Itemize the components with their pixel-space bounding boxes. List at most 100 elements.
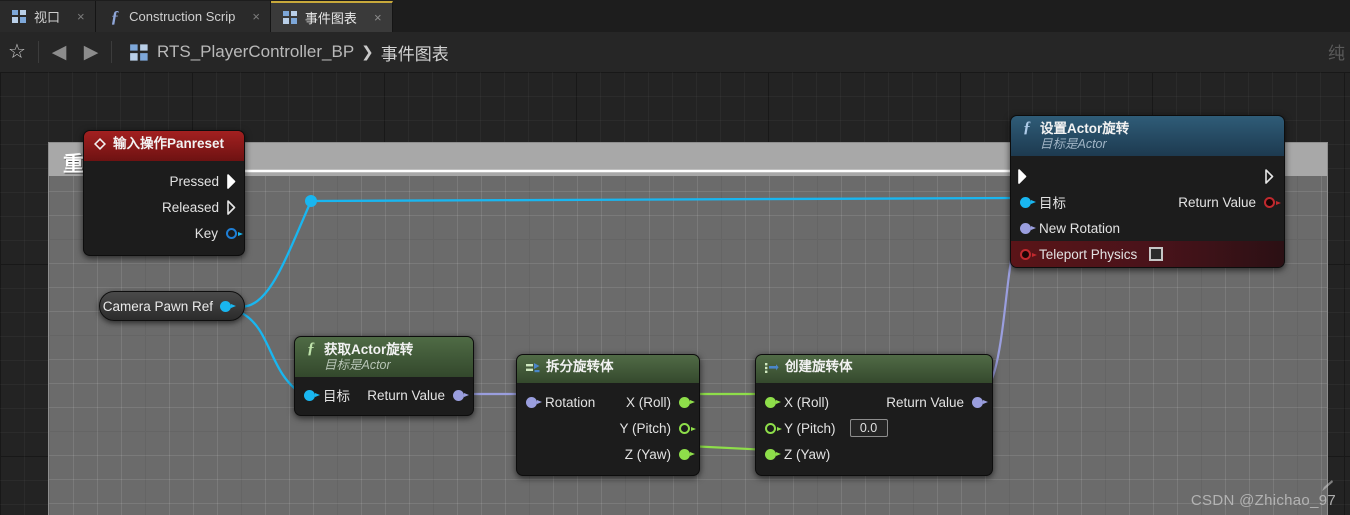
- tab-viewport[interactable]: 视口 ×: [0, 1, 96, 32]
- float-in-pin-yaw[interactable]: [765, 448, 781, 460]
- float-out-pin-pitch[interactable]: [679, 422, 696, 434]
- pin-label: Released: [161, 199, 219, 215]
- node-break-rotator[interactable]: 拆分旋转体 Rotation X (Roll) Y (Pitch) Z (Yaw…: [516, 354, 700, 476]
- variable-label: Camera Pawn Ref: [102, 298, 213, 314]
- node-make-rotator[interactable]: 创建旋转体 X (Roll) Return Value Y (Pitch) 0.…: [755, 354, 993, 476]
- rotator-in-pin[interactable]: [1020, 222, 1036, 234]
- function-icon: ƒ: [1023, 119, 1031, 136]
- breadcrumb-root[interactable]: RTS_PlayerController_BP: [157, 42, 354, 62]
- bool-out-pin[interactable]: [1264, 196, 1281, 208]
- node-subtitle: 目标是Actor: [324, 358, 391, 373]
- pin-label: Return Value: [886, 394, 964, 410]
- pin-row-yaw[interactable]: Z (Yaw): [517, 441, 699, 467]
- rotator-out-pin[interactable]: [453, 389, 469, 401]
- pin-row-key[interactable]: Key: [84, 220, 244, 246]
- function-icon: ƒ: [307, 340, 315, 357]
- exec-in-pin[interactable]: [1018, 168, 1030, 184]
- float-in-pin-roll[interactable]: [765, 396, 781, 408]
- pin-label: Return Value: [1178, 194, 1256, 210]
- pin-row-pitch[interactable]: Y (Pitch): [517, 415, 699, 441]
- exec-out-pin[interactable]: [227, 173, 239, 189]
- float-out-pin-yaw[interactable]: [679, 448, 695, 460]
- float-in-pin-pitch[interactable]: [765, 422, 782, 434]
- struct-out-pin[interactable]: [226, 227, 243, 239]
- pin-label: 目标: [1039, 196, 1066, 212]
- pitch-value-input[interactable]: 0.0: [849, 419, 888, 437]
- breadcrumb-current: 事件图表: [380, 44, 449, 64]
- pin-label: Return Value: [367, 387, 445, 403]
- teleport-physics-checkbox[interactable]: [1149, 247, 1164, 262]
- pin-label: Rotation: [545, 394, 596, 410]
- rotator-out-pin[interactable]: [972, 396, 988, 408]
- node-body: X (Roll) Return Value Y (Pitch) 0.0 Z (Y…: [756, 383, 992, 475]
- object-in-pin[interactable]: [1020, 196, 1036, 208]
- node-input-action-panreset[interactable]: 输入操作Panreset Pressed Released Key: [83, 130, 245, 256]
- make-struct-icon: [765, 361, 779, 379]
- output-pin-group[interactable]: X (Roll): [625, 394, 695, 410]
- pin-label: Key: [194, 225, 218, 241]
- output-pin-group[interactable]: Return Value: [886, 394, 988, 410]
- favorite-star-icon[interactable]: ☆: [0, 42, 34, 62]
- node-subtitle: 目标是Actor: [1040, 137, 1107, 152]
- watermark-text: CSDN @Zhichao_97: [1190, 492, 1336, 509]
- editor-tab-bar: 视口 × ƒ Construction Scrip × 事件图表 ×: [0, 0, 1350, 33]
- pin-label: Z (Yaw): [624, 446, 671, 462]
- pin-row-target[interactable]: 目标 Return Value: [1011, 189, 1284, 215]
- pin-row-yaw[interactable]: Z (Yaw): [756, 441, 992, 467]
- forward-arrow-icon[interactable]: ▶: [75, 43, 107, 62]
- node-title: 创建旋转体: [785, 359, 853, 374]
- pin-row-roll[interactable]: X (Roll) Return Value: [756, 389, 992, 415]
- bool-in-pin[interactable]: [1020, 248, 1037, 260]
- graph-toolbar: ☆ ◀ ▶ RTS_PlayerController_BP ❯ 事件图表 纯: [0, 32, 1350, 73]
- pin-row-target[interactable]: 目标 Return Value: [295, 382, 473, 408]
- pin-label: Y (Pitch): [619, 420, 671, 436]
- tab-event-graph[interactable]: 事件图表 ×: [270, 1, 393, 32]
- back-arrow-icon[interactable]: ◀: [43, 43, 75, 62]
- node-body: Rotation X (Roll) Y (Pitch) Z (Yaw): [517, 383, 699, 475]
- exec-out-pin[interactable]: [1265, 168, 1277, 184]
- event-graph-canvas[interactable]: 重置Camera旋转 输入操作Panreset: [0, 72, 1350, 515]
- node-title-group: 设置Actor旋转 目标是Actor: [1040, 121, 1129, 151]
- node-camera-pawn-ref[interactable]: Camera Pawn Ref: [99, 291, 245, 321]
- node-title-group: 输入操作Panreset: [113, 136, 224, 151]
- pin-row-exec[interactable]: [1011, 163, 1284, 189]
- output-pin-group[interactable]: Return Value: [367, 387, 469, 403]
- pin-row-pressed[interactable]: Pressed: [84, 168, 244, 194]
- object-out-pin[interactable]: [220, 300, 236, 312]
- toolbar-divider: [38, 41, 39, 63]
- node-header: 拆分旋转体: [517, 355, 699, 383]
- pin-row-released[interactable]: Released: [84, 194, 244, 220]
- object-in-pin[interactable]: [304, 389, 320, 401]
- input-pin-group[interactable]: X (Roll): [765, 395, 829, 410]
- exec-out-pin[interactable]: [227, 199, 239, 215]
- rotator-in-pin[interactable]: [526, 396, 542, 408]
- close-icon[interactable]: ×: [374, 11, 382, 24]
- node-set-actor-rotation[interactable]: ƒ 设置Actor旋转 目标是Actor 目标 Return Value New…: [1010, 115, 1285, 269]
- input-event-icon: [93, 137, 107, 156]
- pin-row-teleport-physics[interactable]: Teleport Physics: [1011, 241, 1284, 268]
- input-pin-group[interactable]: 目标: [1020, 192, 1066, 212]
- break-struct-icon: [526, 361, 540, 379]
- function-icon: ƒ: [110, 7, 120, 26]
- input-pin-group[interactable]: 目标: [304, 385, 350, 405]
- pin-row-pitch[interactable]: Y (Pitch) 0.0: [756, 415, 992, 441]
- pin-label: X (Roll): [625, 394, 671, 410]
- float-out-pin-roll[interactable]: [679, 396, 695, 408]
- node-title: 输入操作Panreset: [113, 136, 225, 151]
- pin-label: Y (Pitch): [784, 420, 836, 436]
- output-pin-group[interactable]: Return Value: [1178, 194, 1281, 210]
- close-icon[interactable]: ×: [77, 10, 85, 23]
- toolbar-clipped-label: 纯: [1328, 44, 1345, 63]
- pin-label: Teleport Physics: [1039, 246, 1138, 262]
- node-title: 设置Actor旋转: [1040, 121, 1130, 136]
- pin-label: 目标: [323, 389, 350, 405]
- node-get-actor-rotation[interactable]: ƒ 获取Actor旋转 目标是Actor 目标 Return Value: [294, 336, 474, 417]
- node-header: ƒ 获取Actor旋转 目标是Actor: [295, 337, 473, 378]
- close-icon[interactable]: ×: [252, 10, 260, 23]
- pin-row-rotation[interactable]: Rotation X (Roll): [517, 389, 699, 415]
- tab-label: 视口: [34, 10, 61, 25]
- pin-row-new-rotation[interactable]: New Rotation: [1011, 215, 1284, 241]
- pin-label: Z (Yaw): [784, 446, 831, 462]
- input-pin-group[interactable]: Rotation: [526, 395, 595, 410]
- tab-construction-script[interactable]: ƒ Construction Scrip ×: [95, 1, 271, 32]
